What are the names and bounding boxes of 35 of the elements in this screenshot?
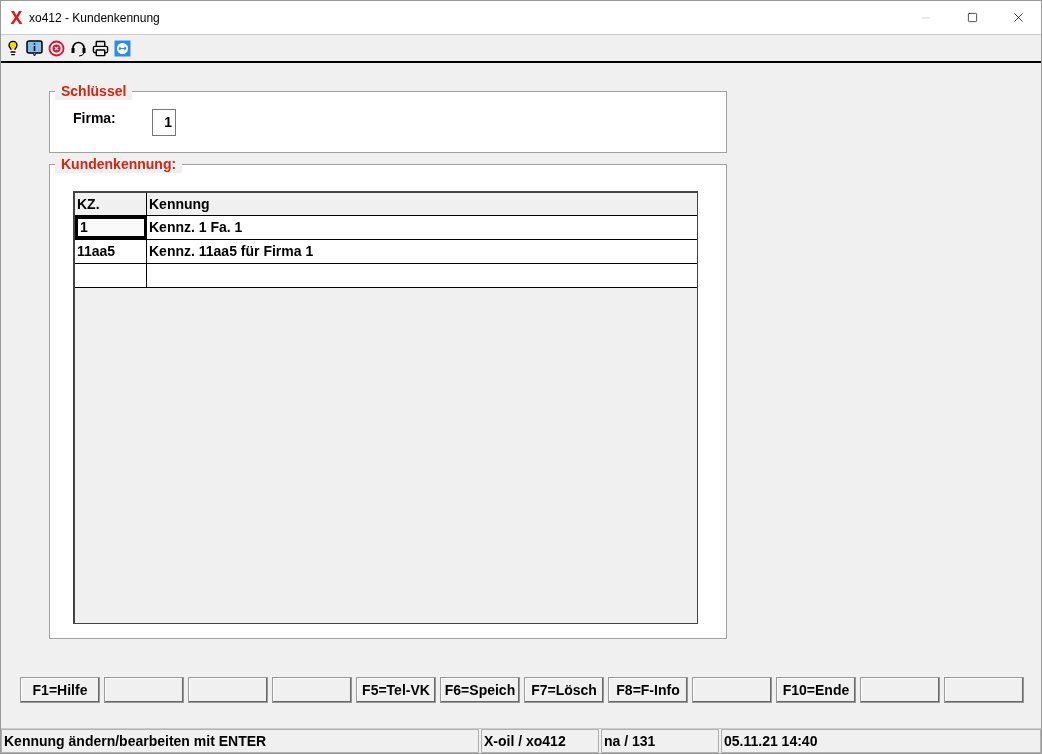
blank-function-button[interactable]	[104, 677, 184, 703]
status-field: Kennung ändern/bearbeiten mit ENTER	[1, 729, 479, 753]
function-key-button[interactable]: F1=Hilfe	[20, 677, 100, 703]
window-title: xo412 - Kundenkennung	[29, 9, 160, 27]
blank-function-button[interactable]	[944, 677, 1024, 703]
headset-icon[interactable]	[70, 39, 87, 57]
function-key-button[interactable]: F6=Speich	[440, 677, 520, 703]
info-icon[interactable]	[26, 39, 43, 57]
table-cell[interactable]: 11aa5	[75, 240, 147, 263]
blank-function-button[interactable]	[188, 677, 268, 703]
group-title: Kundenkennung:	[55, 155, 183, 173]
remote-control-icon[interactable]	[114, 39, 131, 57]
table-cell[interactable]: Kennz. 1 Fa. 1	[147, 216, 697, 239]
column-header[interactable]: KZ.	[75, 193, 147, 215]
table-cell[interactable]: 1	[75, 216, 147, 239]
blank-function-button[interactable]	[272, 677, 352, 703]
status-field: X-oil / xo412	[481, 729, 599, 753]
lightbulb-icon[interactable]	[5, 40, 21, 56]
blank-function-button[interactable]	[692, 677, 772, 703]
function-key-button[interactable]: F5=Tel-VK	[356, 677, 436, 703]
firma-field[interactable]: 1	[152, 109, 176, 136]
function-key-button[interactable]: F8=F-Info	[608, 677, 688, 703]
field-label: Firma:	[73, 109, 117, 128]
function-key-button[interactable]: F7=Lösch	[524, 677, 604, 703]
table-cell[interactable]: Kennz. 11aa5 für Firma 1	[147, 240, 697, 263]
printer-icon[interactable]	[92, 39, 109, 57]
maximize-icon	[966, 12, 978, 23]
group-title: Schlüssel	[55, 82, 133, 100]
app-logo-icon	[10, 10, 23, 25]
status-field: na / 131	[601, 729, 719, 753]
column-header[interactable]: Kennung	[147, 193, 697, 215]
function-key-button[interactable]: F10=Ende	[776, 677, 856, 703]
blank-function-button[interactable]	[860, 677, 940, 703]
status-field: 05.11.21 14:40	[721, 729, 1041, 753]
cancel-icon[interactable]	[48, 39, 65, 57]
